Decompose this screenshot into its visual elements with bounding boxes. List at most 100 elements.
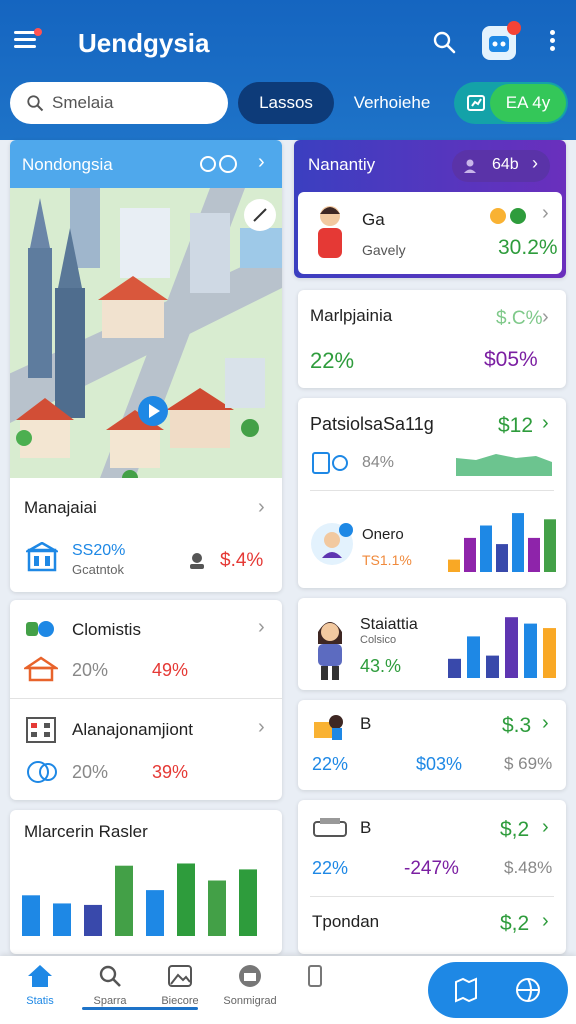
- house-icon: [24, 656, 58, 682]
- chevron-right-icon: ›: [542, 712, 549, 734]
- metric-card-c-sub: Colsico: [360, 634, 397, 646]
- metric-card-a[interactable]: Marlpjainia $.C% › 22% $05%: [298, 290, 566, 388]
- metric-row-stat-a: 22%: [312, 858, 349, 878]
- metric-row-value: $,2: [500, 818, 530, 841]
- map-icon: [455, 977, 477, 1003]
- filter-pill-verhoiehe[interactable]: Verhoiehe: [344, 82, 440, 124]
- bar: [448, 658, 461, 678]
- bar-chart-card[interactable]: Mlarcerin Rasler: [10, 810, 282, 954]
- office-icon: [26, 717, 56, 743]
- metric-card-c[interactable]: Staiattia Colsico 43.%: [298, 598, 566, 690]
- city-map[interactable]: [10, 188, 282, 478]
- nav-item-biecore[interactable]: Biecore: [142, 964, 218, 1007]
- person-avatar: [318, 206, 342, 258]
- map-card: Nondongsia › Manajaiai › SS20% Gcatntok …: [10, 140, 282, 592]
- avatar[interactable]: [482, 21, 521, 60]
- map-stat-b: $.4%: [220, 550, 264, 571]
- map-section-title: Manajaiai: [24, 498, 97, 517]
- status-icon: [490, 208, 526, 224]
- summary-card: Nanantiy 64b › Ga Gavely › 30.2%: [294, 140, 566, 278]
- search-bar[interactable]: [10, 82, 228, 124]
- app-title: Uendgysia: [78, 28, 210, 58]
- metric-row-tpondan[interactable]: Tpondan $,2 ›: [298, 898, 566, 954]
- chevron-right-icon[interactable]: ›: [258, 496, 265, 519]
- person-avatar: [318, 622, 342, 680]
- avatar-badge: [507, 21, 521, 35]
- bar: [84, 904, 102, 936]
- id-card-icon: [312, 452, 348, 474]
- metric-card-b-value: $12: [498, 414, 534, 437]
- bar: [464, 537, 476, 572]
- summary-pill[interactable]: 64b ›: [452, 150, 550, 182]
- briefcase-icon: [239, 965, 261, 987]
- metric-card-d-stat-c: $ 69%: [504, 754, 553, 773]
- search-icon: [27, 95, 44, 112]
- metric-card-b-sub-a: 84%: [362, 454, 395, 471]
- bar: [208, 880, 226, 936]
- bar: [146, 890, 164, 936]
- home-icon: [28, 965, 52, 987]
- metric-card-d[interactable]: B $.3 › 22% $03% $ 69%: [298, 700, 566, 790]
- metric-card-e: B $,2 › 22% -247% $.48% Tpondan $,2 ›: [298, 800, 566, 954]
- nav-action-pill[interactable]: [428, 962, 568, 1018]
- map-card-header: Nondongsia ›: [10, 140, 282, 188]
- metric-card-c-value: 43.%: [360, 656, 402, 676]
- list-card: Clomistis › 20% 49% Alanajonamjiont › 20…: [10, 600, 282, 800]
- list-row-alanajonamjiont[interactable]: Alanajonamjiont › 20% 39%: [10, 700, 282, 800]
- app-header: Uendgysia Lassos Verhoiehe EA 4y: [0, 0, 576, 140]
- chevron-right-icon: ›: [532, 153, 538, 173]
- summary-person-name: Ga: [362, 210, 385, 229]
- bar: [524, 623, 537, 678]
- metric-card-b[interactable]: PatsiolsaSa11g $12 › 84% Onero TS1.1%: [298, 398, 566, 588]
- list-row-title: Clomistis: [72, 620, 141, 639]
- building-icon: [26, 542, 58, 572]
- chevron-right-icon: ›: [542, 816, 549, 838]
- pin-icon: [190, 553, 204, 569]
- notification-dot: [34, 28, 42, 36]
- metric-card-a-title: Marlpjainia: [310, 306, 393, 325]
- menu-icon[interactable]: [14, 28, 42, 49]
- user-icon: [464, 159, 476, 173]
- more-icon[interactable]: [550, 30, 558, 52]
- list-row-clomistis[interactable]: Clomistis › 20% 49%: [10, 600, 282, 698]
- bar: [239, 869, 257, 936]
- metric-row-title: B: [360, 818, 372, 837]
- nav-active-indicator: [82, 1007, 198, 1010]
- search-icon[interactable]: [432, 30, 456, 54]
- chevron-right-icon: ›: [542, 412, 549, 434]
- nav-item-sparra[interactable]: Sparra: [72, 964, 148, 1007]
- list-row-value-a: 20%: [72, 660, 109, 680]
- metric-row-value: $,2: [500, 912, 530, 935]
- list-row-value-a: 20%: [72, 762, 109, 782]
- map-stat-a: SS20%: [72, 542, 126, 559]
- metric-row-b[interactable]: B $,2 › 22% -247% $.48%: [298, 800, 566, 894]
- nav-item-statis[interactable]: Statis: [2, 964, 78, 1007]
- filter-pill-ea[interactable]: EA 4y: [454, 82, 568, 124]
- sync-icon[interactable]: [198, 153, 242, 175]
- bar: [53, 903, 71, 936]
- bar: [115, 865, 133, 936]
- search-input[interactable]: [52, 93, 202, 113]
- bar: [22, 895, 40, 936]
- printer-icon: [313, 818, 347, 837]
- summary-title: Nanantiy: [308, 155, 376, 174]
- chevron-right-icon: ›: [258, 616, 265, 638]
- search-icon: [99, 965, 121, 987]
- metric-card-d-value: $.3: [502, 714, 532, 737]
- chevron-right-icon: ›: [542, 910, 549, 932]
- cube-icon: [26, 621, 54, 637]
- filter-pill-lassos[interactable]: Lassos: [238, 82, 334, 124]
- metric-card-d-stat-b: $03%: [416, 754, 463, 774]
- nav-item-device[interactable]: [276, 964, 352, 995]
- metric-card-a-corner: $.C%: [496, 308, 543, 329]
- summary-person-panel[interactable]: Ga Gavely › 30.2%: [298, 192, 562, 274]
- metric-row-title: Tpondan: [312, 912, 380, 931]
- bottom-nav: Statis Sparra Biecore Sonmigrad: [0, 956, 576, 1024]
- metric-card-b-person-sub: TS1.1%: [362, 552, 412, 568]
- globe-icon: [516, 978, 540, 1002]
- chevron-right-icon[interactable]: ›: [258, 151, 265, 174]
- bar-chart: [448, 513, 556, 572]
- bar: [543, 628, 556, 678]
- bar: [496, 544, 508, 572]
- globe-icon: [27, 761, 57, 783]
